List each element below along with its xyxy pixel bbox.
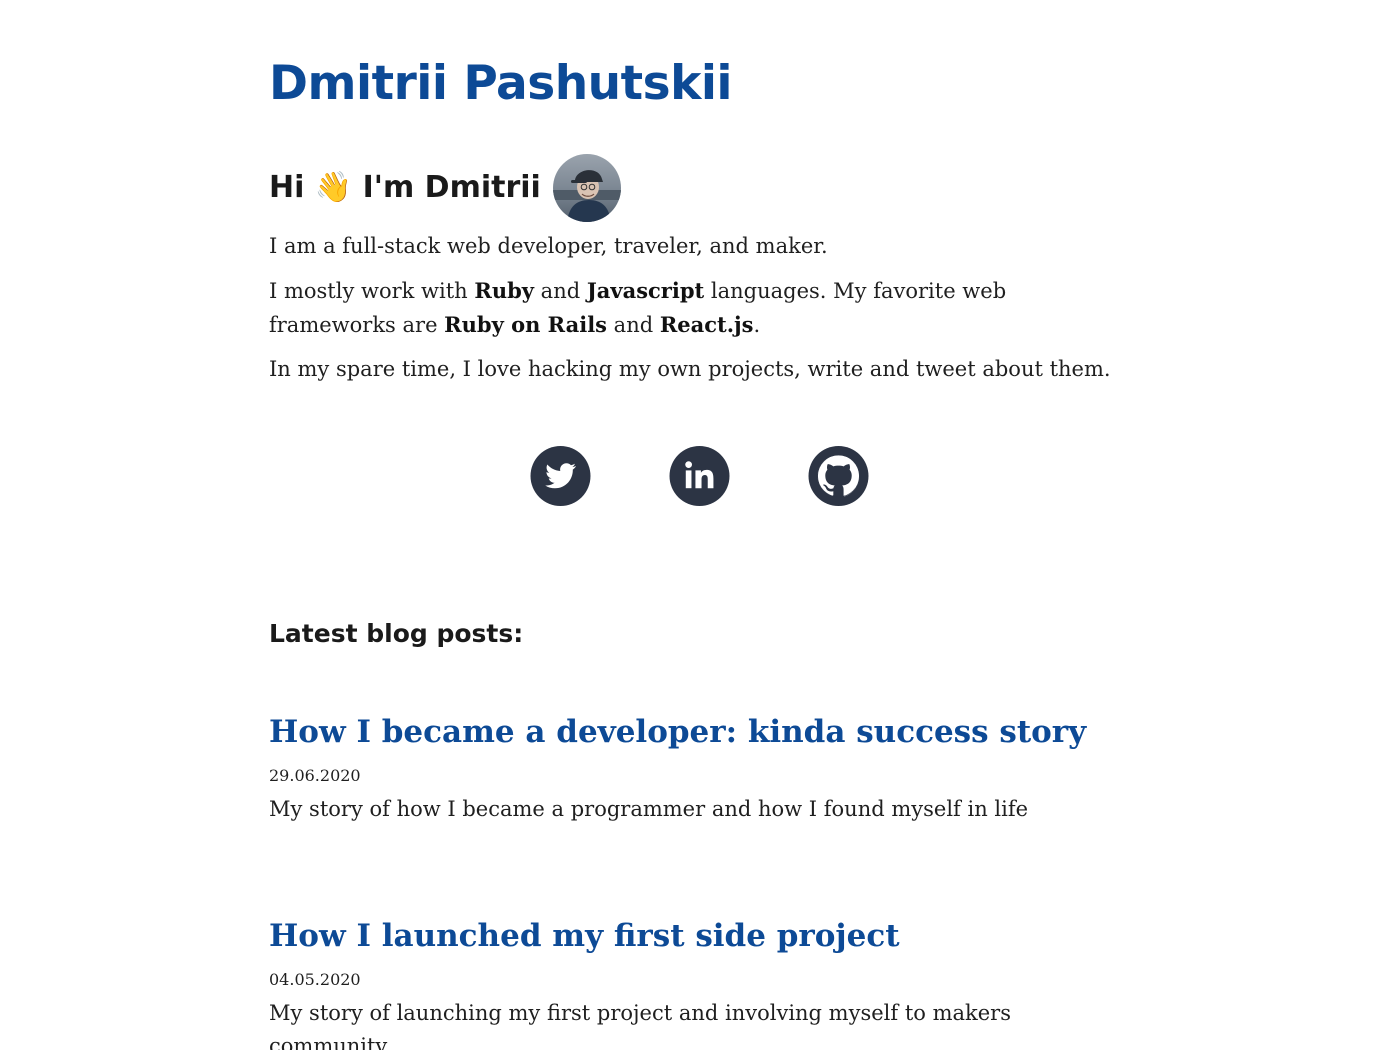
intro-line: I am a full-stack web developer, travele… [269,234,828,258]
github-link[interactable] [808,445,869,507]
stack-paragraph: I mostly work with Ruby and Javascript l… [269,274,1009,342]
twitter-link[interactable] [530,445,591,507]
github-icon [808,446,869,506]
stack-text: . [753,313,761,337]
avatar-photo [552,154,621,222]
post-date: 04.05.2020 [269,970,361,989]
greeting-row: Hi 👋 I'm Dmitrii [269,154,621,222]
language-javascript: Javascript [586,278,705,303]
twitter-icon [530,446,591,506]
linkedin-link[interactable] [669,445,730,507]
language-ruby: Ruby [474,278,534,303]
blog-post: How I became a developer: kinda success … [269,709,1129,826]
site-title[interactable]: Dmitrii Pashutskii [269,52,733,116]
blog-heading: Latest blog posts: [269,619,524,648]
blog-post: How I launched my first side project 04.… [269,913,1129,1050]
spare-time-text: In my spare time, I love hacking my own … [269,357,1111,381]
stack-text: I mostly work with [269,279,475,303]
social-links [530,445,869,507]
avatar [552,154,621,222]
post-date: 29.06.2020 [269,766,361,785]
framework-rails: Ruby on Rails [444,312,607,337]
greeting-heading: Hi 👋 I'm Dmitrii [269,170,541,205]
linkedin-icon [669,446,730,506]
framework-react: React.js [659,312,754,337]
post-title-link[interactable]: How I launched my first side project [269,913,1129,959]
stack-text: and [534,279,587,303]
post-description: My story of launching my first project a… [269,1001,1011,1050]
intro-text: I am a full-stack web developer, travele… [269,230,1129,397]
post-title-link[interactable]: How I became a developer: kinda success … [269,709,1129,755]
post-description: My story of how I became a programmer an… [269,797,1029,821]
stack-text: and [607,313,660,337]
